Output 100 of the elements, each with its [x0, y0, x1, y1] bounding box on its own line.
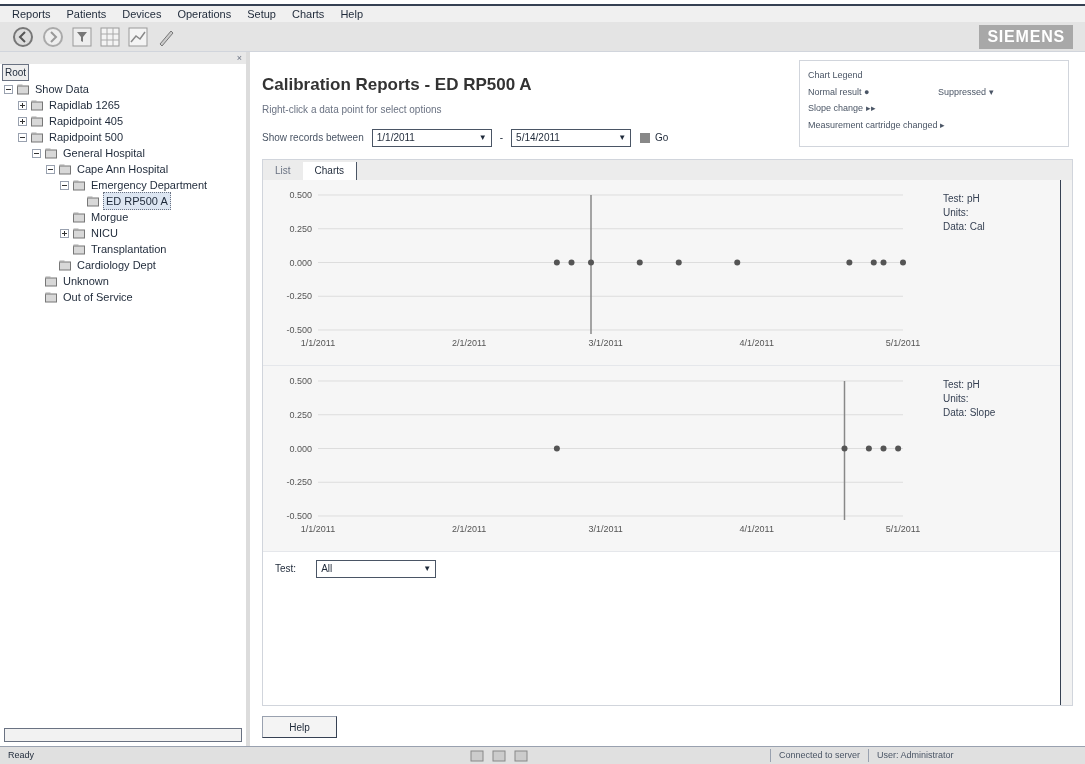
- legend-item: Suppressed ▾: [938, 85, 995, 99]
- brand-logo: SIEMENS: [979, 24, 1073, 49]
- y-tick-label: -0.250: [286, 476, 312, 487]
- data-point[interactable]: [880, 259, 887, 265]
- y-tick-label: -0.250: [286, 290, 312, 301]
- tree-root[interactable]: Root: [2, 64, 30, 81]
- status-icon: [492, 749, 506, 762]
- expander-icon[interactable]: [18, 116, 27, 126]
- data-point[interactable]: [588, 259, 594, 265]
- x-tick-label: 1/1/2011: [300, 523, 336, 534]
- menu-item[interactable]: Help: [340, 5, 363, 23]
- data-point[interactable]: [568, 259, 575, 265]
- tree-item[interactable]: Cape Ann Hospital: [75, 160, 171, 178]
- tree-item[interactable]: Unknown: [61, 272, 111, 290]
- tree-item[interactable]: Morgue: [89, 208, 131, 226]
- x-tick-label: 2/1/2011: [451, 523, 487, 534]
- tab[interactable]: List: [263, 161, 303, 180]
- tree-item[interactable]: NICU: [89, 224, 120, 242]
- tree-item[interactable]: Cardiology Dept: [75, 256, 158, 274]
- data-point[interactable]: [841, 445, 848, 451]
- expander-icon[interactable]: [4, 84, 13, 94]
- test-label: Test:: [275, 562, 297, 576]
- status-icon: [470, 749, 484, 762]
- y-tick-label: 0.500: [289, 189, 312, 200]
- expander-icon[interactable]: [60, 228, 69, 238]
- menu-item[interactable]: Operations: [177, 5, 232, 23]
- tree-item[interactable]: Rapidlab 1265: [47, 96, 122, 114]
- expander-icon[interactable]: [60, 180, 69, 190]
- chart-info-text: Test: pH: [943, 377, 981, 392]
- folder-icon: [87, 195, 99, 207]
- expander-icon[interactable]: [46, 164, 55, 174]
- tree-item[interactable]: Rapidpoint 405: [47, 112, 125, 130]
- tree-item[interactable]: Show Data: [33, 80, 91, 98]
- start-date-field[interactable]: 1/1/2011 ▼: [371, 128, 492, 147]
- close-icon[interactable]: ×: [236, 52, 242, 64]
- data-point[interactable]: [880, 445, 887, 451]
- tree-item[interactable]: Rapidpoint 500: [47, 128, 125, 146]
- x-tick-label: 1/1/2011: [300, 337, 336, 348]
- x-tick-label: 4/1/2011: [739, 523, 774, 534]
- folder-icon: [31, 115, 43, 127]
- filter-icon[interactable]: [72, 26, 92, 47]
- chart-info-text: Data: Slope: [943, 405, 996, 420]
- data-point[interactable]: [846, 259, 853, 265]
- data-point[interactable]: [900, 259, 906, 265]
- folder-icon: [45, 147, 57, 159]
- help-button[interactable]: Help: [262, 716, 337, 738]
- expander-icon[interactable]: [32, 148, 41, 158]
- expander-icon[interactable]: [18, 100, 27, 110]
- folder-icon: [31, 131, 43, 143]
- x-tick-label: 3/1/2011: [588, 337, 623, 348]
- y-tick-label: 0.250: [289, 409, 312, 420]
- end-date-field[interactable]: 5/14/2011 ▼: [511, 128, 632, 147]
- page-title: Calibration Reports - ED RP500 A: [262, 74, 533, 96]
- menu-item[interactable]: Setup: [247, 5, 276, 23]
- tab[interactable]: Charts: [302, 161, 357, 180]
- chart-info-text: Data: Cal: [943, 219, 985, 234]
- menu-item[interactable]: Devices: [122, 5, 162, 23]
- menu-item[interactable]: Reports: [12, 5, 51, 23]
- data-point[interactable]: [865, 445, 872, 451]
- chart-info-text: Units:: [943, 391, 970, 406]
- y-tick-label: 0.250: [289, 223, 312, 234]
- data-point[interactable]: [553, 259, 560, 265]
- vertical-scrollbar[interactable]: [1060, 179, 1072, 705]
- folder-icon: [73, 243, 85, 255]
- status-text: Ready: [7, 748, 35, 762]
- folder-icon: [59, 259, 71, 271]
- data-point[interactable]: [734, 259, 741, 265]
- chart-icon[interactable]: [128, 26, 148, 47]
- folder-icon: [17, 83, 29, 95]
- instruction-text: Right-click a data point for select options: [262, 102, 443, 117]
- range-label: Show records between: [262, 131, 364, 145]
- x-tick-label: 3/1/2011: [588, 523, 623, 534]
- tree-item[interactable]: ED RP500 A: [103, 191, 171, 211]
- legend-item: Slope change ▸▸: [808, 102, 877, 115]
- status-pane: User: Administrator: [868, 748, 962, 763]
- menu-item[interactable]: Charts: [291, 5, 325, 23]
- tree-item[interactable]: General Hospital: [61, 144, 147, 162]
- data-point[interactable]: [553, 445, 560, 451]
- legend-title: Chart Legend: [808, 69, 864, 82]
- data-point[interactable]: [636, 259, 643, 265]
- folder-icon: [73, 179, 85, 191]
- menu-item[interactable]: Patients: [66, 5, 107, 23]
- test-dropdown[interactable]: All ▼: [316, 559, 437, 578]
- data-point[interactable]: [895, 445, 902, 451]
- y-tick-label: 0.000: [289, 257, 312, 267]
- tree-item[interactable]: Emergency Department: [89, 176, 210, 194]
- horizontal-scrollbar[interactable]: [4, 728, 242, 742]
- y-tick-label: 0.000: [289, 443, 312, 453]
- folder-icon: [45, 291, 57, 303]
- expander-icon[interactable]: [18, 132, 27, 142]
- go-button[interactable]: Go: [639, 130, 669, 145]
- back-icon[interactable]: [12, 25, 34, 48]
- y-tick-label: -0.500: [286, 510, 312, 521]
- x-tick-label: 2/1/2011: [451, 337, 487, 348]
- data-point[interactable]: [870, 259, 877, 265]
- tree-item[interactable]: Transplantation: [89, 240, 169, 258]
- range-separator: -: [499, 131, 504, 145]
- data-point[interactable]: [675, 259, 682, 265]
- y-tick-label: -0.500: [286, 324, 312, 335]
- tree-item[interactable]: Out of Service: [61, 288, 135, 306]
